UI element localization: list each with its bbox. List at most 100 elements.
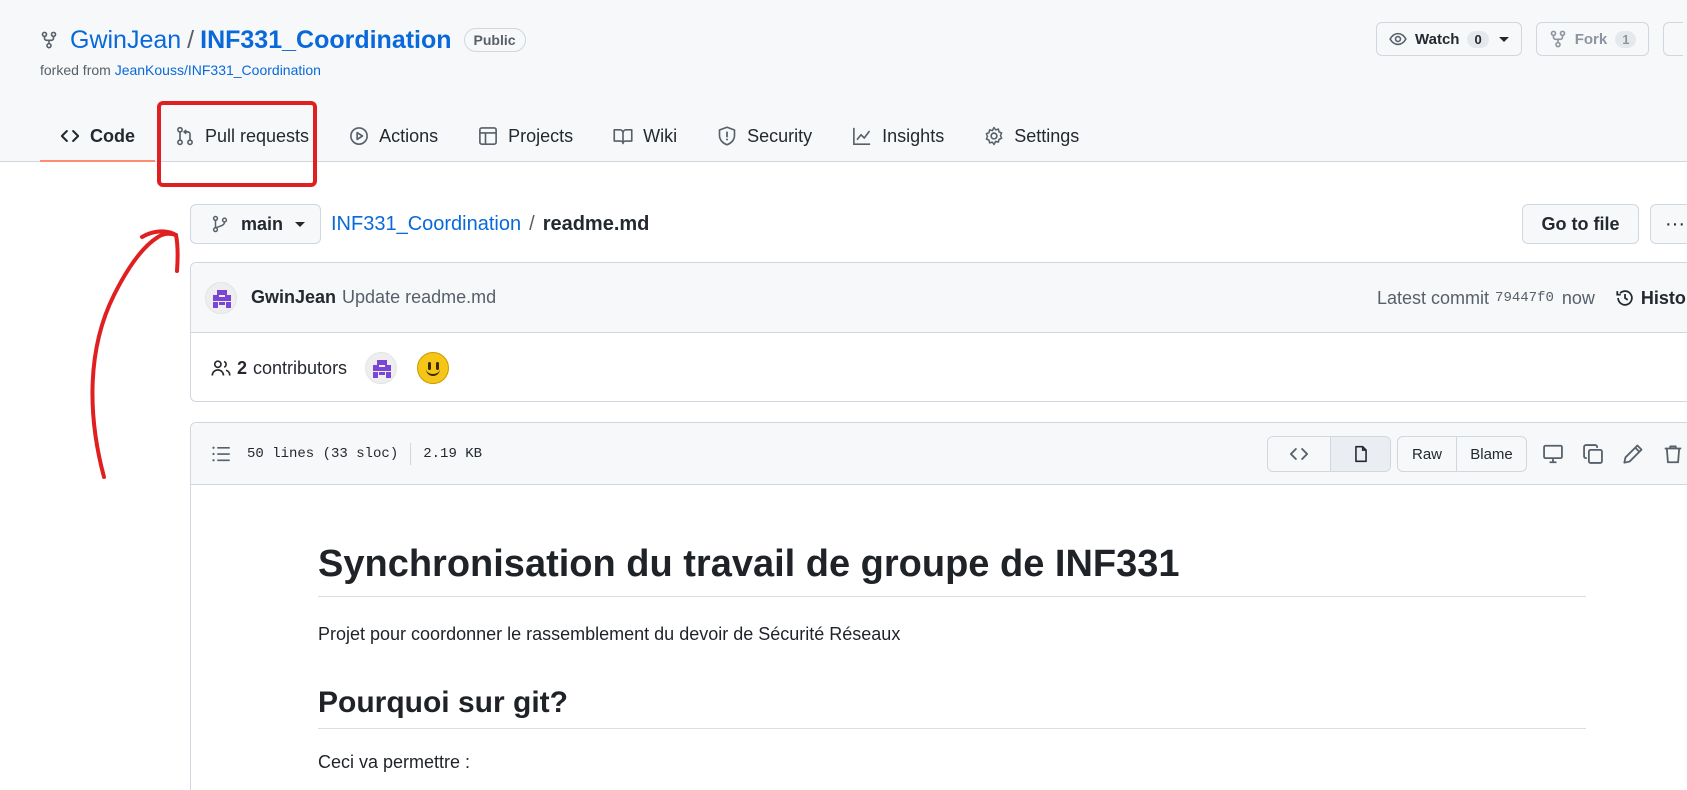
- chevron-down-icon: [1498, 36, 1509, 42]
- tab-label: Settings: [1014, 125, 1080, 146]
- blame-button[interactable]: Blame: [1456, 437, 1526, 471]
- breadcrumb-separator: /: [529, 212, 535, 235]
- list-unordered-icon[interactable]: [211, 444, 231, 464]
- view-toggle: [1267, 436, 1391, 472]
- trash-icon[interactable]: [1662, 443, 1684, 465]
- file-box: 50 lines (33 sloc) 2.19 KB Raw Blame Syn…: [190, 422, 1687, 790]
- readme-paragraph: Projet pour coordonner le rassemblement …: [318, 624, 901, 644]
- history-icon: [1616, 290, 1633, 306]
- table-icon: [479, 127, 498, 145]
- git-branch-icon: [212, 215, 228, 233]
- repo-name-link[interactable]: INF331_Coordination: [200, 26, 451, 55]
- contributor-avatars: [365, 352, 450, 384]
- repo-actions: Watch 0 Fork 1: [1376, 22, 1684, 56]
- divider: [410, 442, 412, 465]
- repo-forked-icon: [1550, 30, 1565, 48]
- readme-heading-2: Pourquoi sur git?: [318, 686, 1586, 729]
- contributors-label[interactable]: contributors: [253, 358, 347, 379]
- forked-from-label: forked from: [40, 62, 111, 78]
- avatar[interactable]: [205, 281, 237, 314]
- tab-wiki[interactable]: Wiki: [593, 110, 697, 162]
- chevron-down-icon: [295, 221, 306, 227]
- tab-projects[interactable]: Projects: [458, 110, 593, 162]
- tab-label: Wiki: [643, 125, 678, 146]
- repo-forked-icon: [41, 31, 57, 49]
- raw-button[interactable]: Raw: [1398, 437, 1456, 471]
- forked-source-link[interactable]: JeanKouss/INF331_Coordination: [115, 62, 321, 78]
- tab-label: Projects: [508, 125, 574, 146]
- pencil-icon[interactable]: [1622, 443, 1644, 465]
- history-label: History: [1640, 287, 1687, 308]
- breadcrumb: INF331_Coordination / readme.md: [331, 210, 649, 238]
- contributors-row: 2 contributors: [191, 333, 1687, 401]
- fork-label: Fork: [1574, 30, 1608, 48]
- forked-from: forked from JeanKouss/INF331_Coordinatio…: [40, 62, 321, 78]
- history-link[interactable]: History: [1615, 288, 1687, 309]
- shield-icon: [718, 126, 736, 146]
- readme-content: Synchronisation du travail de groupe de …: [191, 485, 1586, 776]
- watch-label: Watch: [1415, 30, 1460, 48]
- branch-select-button[interactable]: main: [190, 204, 321, 244]
- readme-paragraph: Ceci va permettre :: [318, 752, 471, 772]
- gear-icon: [985, 126, 1003, 146]
- commit-box: GwinJean Update readme.md Latest commit …: [190, 262, 1687, 402]
- raw-blame-group: Raw Blame: [1397, 436, 1527, 472]
- tab-code[interactable]: Code: [40, 110, 155, 162]
- identicon: [213, 289, 231, 308]
- commit-message-link[interactable]: Update readme.md: [342, 287, 496, 308]
- breadcrumb-file: readme.md: [542, 212, 650, 235]
- file-info: 50 lines (33 sloc) 2.19 KB: [247, 442, 483, 465]
- tab-label: Code: [90, 125, 135, 146]
- file-icon: [1354, 445, 1367, 463]
- latest-commit-bar: GwinJean Update readme.md Latest commit …: [191, 263, 1687, 333]
- repo-title: GwinJean / INF331_Coordination Public: [40, 22, 526, 58]
- smiley-mouth: [426, 367, 441, 376]
- tab-label: Security: [747, 125, 813, 146]
- people-icon: [211, 360, 231, 376]
- preview-view-button[interactable]: [1330, 437, 1390, 471]
- code-view-button[interactable]: [1268, 437, 1330, 471]
- tab-insights[interactable]: Insights: [832, 110, 964, 162]
- eye-icon: [1389, 32, 1407, 46]
- tab-security[interactable]: Security: [697, 110, 832, 162]
- code-icon: [60, 130, 80, 142]
- device-desktop-icon[interactable]: [1542, 443, 1564, 465]
- watch-button[interactable]: Watch 0: [1376, 22, 1522, 56]
- identicon: [373, 360, 392, 378]
- tab-label: Insights: [882, 125, 945, 146]
- commit-meta: Latest commit 79447f0 now History: [1377, 263, 1687, 333]
- visibility-badge: Public: [463, 28, 526, 52]
- tab-settings[interactable]: Settings: [964, 110, 1099, 162]
- fork-count: 1: [1615, 30, 1637, 48]
- copy-icon[interactable]: [1582, 443, 1604, 465]
- annotation-highlight-box: [157, 101, 317, 187]
- annotation-arrow: [90, 229, 180, 479]
- fork-button[interactable]: Fork 1: [1535, 22, 1650, 56]
- book-icon: [613, 128, 633, 145]
- tab-actions[interactable]: Actions: [329, 110, 458, 162]
- avatar[interactable]: [417, 352, 450, 384]
- watch-count: 0: [1467, 30, 1489, 48]
- contributors-count[interactable]: 2: [237, 358, 247, 379]
- file-header: 50 lines (33 sloc) 2.19 KB Raw Blame: [191, 423, 1687, 485]
- more-options-button[interactable]: ···: [1650, 204, 1687, 244]
- commit-sha-link[interactable]: 79447f0: [1495, 290, 1554, 306]
- tab-label: Actions: [379, 125, 439, 146]
- code-icon: [1289, 448, 1309, 460]
- latest-commit-label: Latest commit: [1377, 287, 1490, 308]
- commit-author-link[interactable]: GwinJean: [251, 287, 336, 308]
- avatar[interactable]: [365, 352, 398, 384]
- readme-heading-1: Synchronisation du travail de groupe de …: [318, 543, 1586, 597]
- file-size: 2.19 KB: [423, 445, 483, 462]
- repo-owner-link[interactable]: GwinJean: [70, 26, 181, 55]
- commit-time: now: [1561, 287, 1595, 308]
- file-lines: 50 lines (33 sloc): [247, 445, 399, 462]
- play-icon: [350, 127, 368, 145]
- breadcrumb-repo-link[interactable]: INF331_Coordination: [331, 213, 521, 236]
- branch-name: main: [241, 213, 284, 234]
- go-to-file-button[interactable]: Go to file: [1522, 204, 1639, 244]
- file-tools: [1542, 436, 1684, 472]
- repo-title-separator: /: [187, 25, 195, 54]
- star-button[interactable]: [1663, 22, 1684, 56]
- graph-icon: [853, 127, 871, 145]
